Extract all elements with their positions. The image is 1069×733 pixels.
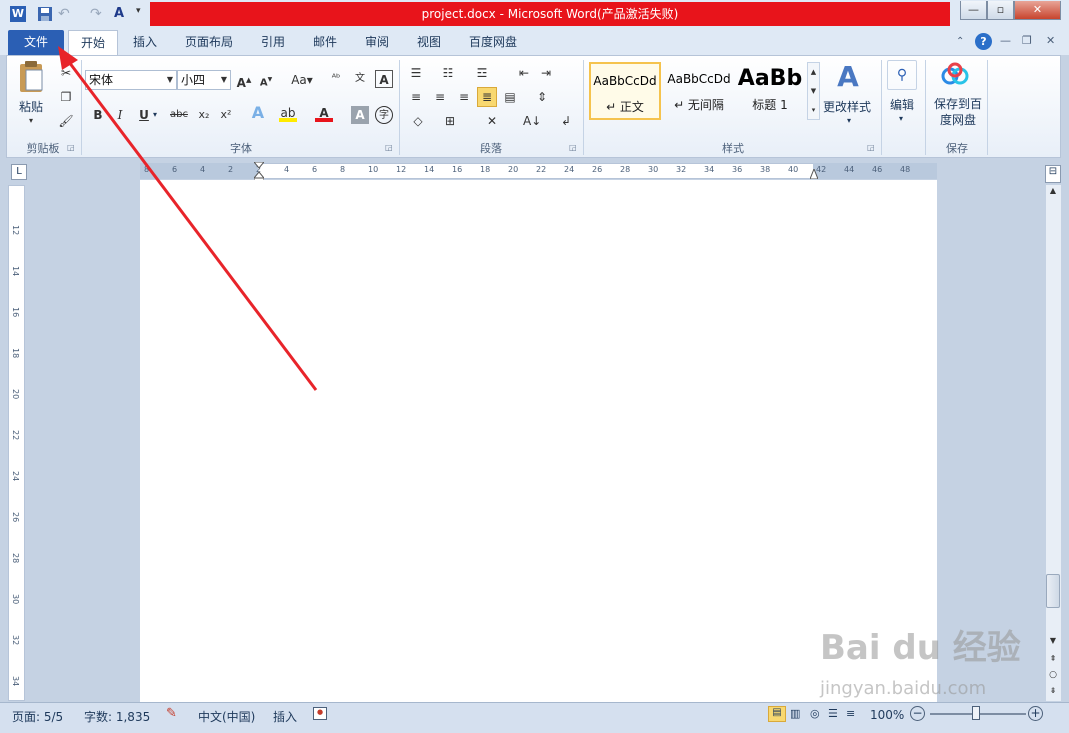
annotation-arrow (58, 46, 318, 391)
arrow-head (58, 46, 78, 70)
arrow-shaft (64, 57, 318, 391)
